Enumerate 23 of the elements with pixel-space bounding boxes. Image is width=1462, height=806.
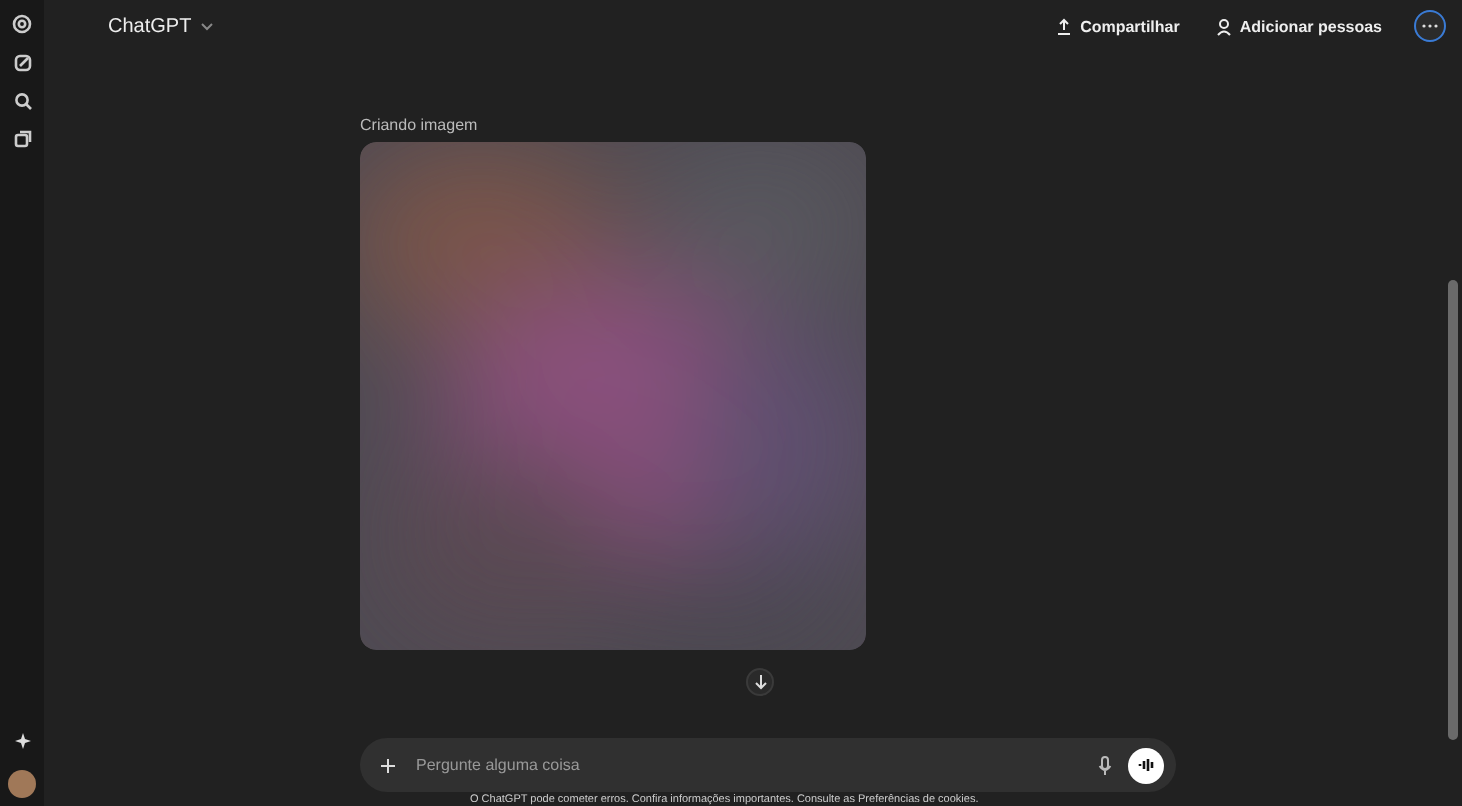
edit-icon[interactable] (13, 54, 31, 72)
arrow-down-icon (753, 674, 767, 690)
library-icon[interactable] (13, 130, 31, 148)
voice-button[interactable] (1128, 747, 1164, 783)
plus-icon[interactable] (380, 757, 396, 773)
scroll-down-button[interactable] (746, 668, 774, 696)
waveform-icon (1137, 758, 1155, 772)
sparkle-icon[interactable] (13, 732, 31, 750)
share-button[interactable]: Compartilhar (1052, 13, 1184, 39)
avatar[interactable] (8, 770, 36, 798)
upload-icon (1056, 17, 1073, 35)
search-icon[interactable] (13, 92, 31, 110)
message-field[interactable]: Pergunte alguma coisa (412, 754, 1082, 776)
more-button[interactable] (1414, 10, 1446, 42)
message-composer[interactable]: Pergunte alguma coisa (360, 738, 1176, 792)
status-text: Criando imagem (360, 116, 478, 134)
model-selector[interactable]: ChatGPT (104, 11, 218, 41)
microphone-icon[interactable] (1098, 755, 1112, 775)
chevron-down-icon (199, 21, 214, 31)
person-icon (1215, 17, 1232, 35)
add-people-button[interactable]: Adicionar pessoas (1211, 13, 1386, 39)
scrollbar[interactable] (1448, 280, 1458, 740)
logo-icon[interactable] (12, 14, 32, 34)
